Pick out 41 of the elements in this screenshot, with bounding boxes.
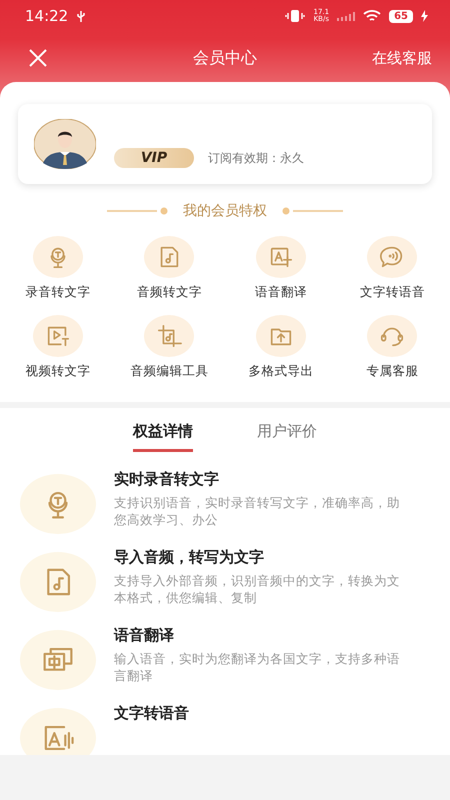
- feature-title: 导入音频，转写为文字: [114, 548, 265, 567]
- feature-description: 支持识别语音，实时录音转写文字，准确率高，助您高效学习、办公: [114, 494, 401, 528]
- feature-title: 实时录音转文字: [114, 470, 220, 489]
- privilege-label: 多格式导出: [248, 363, 314, 380]
- usb-icon: [76, 10, 86, 22]
- privilege-icon-background[interactable]: [256, 315, 306, 357]
- privilege-label: 音频编辑工具: [130, 363, 208, 380]
- vip-badge: VIP: [114, 148, 194, 168]
- privilege-icon-background[interactable]: [367, 236, 418, 278]
- privilege-icon-background[interactable]: [32, 315, 83, 357]
- privilege-icon-background[interactable]: [367, 315, 418, 357]
- divider-ornament: [281, 207, 343, 215]
- feature-description: 支持导入外部音频，识别音频中的文字，转换为文本格式，供您编辑、复制: [114, 572, 401, 606]
- signal-icon: [337, 11, 356, 21]
- privilege-icon-background[interactable]: [256, 236, 306, 278]
- section-title: 我的会员特权: [183, 202, 267, 220]
- privilege-label: 专属客服: [366, 363, 418, 380]
- privilege-label: 语音翻译: [254, 284, 307, 301]
- feature-title: 语音翻译: [114, 626, 175, 645]
- divider-ornament: [107, 207, 169, 215]
- feature-title: 文字转语音: [114, 704, 189, 723]
- tab[interactable]: 权益详情: [133, 422, 193, 452]
- privilege-icon-background[interactable]: [144, 315, 194, 357]
- status-time: 14:22: [25, 7, 68, 25]
- feature-description: 输入语音，实时为您翻译为各国文字，支持多种语言翻译: [114, 650, 401, 684]
- charging-icon: [421, 10, 428, 22]
- subscription-validity: 订阅有效期：永久: [208, 150, 304, 166]
- vibrate-icon: [285, 9, 306, 23]
- privilege-label: 录音转文字: [25, 284, 90, 301]
- privilege-label: 文字转语音: [360, 284, 425, 301]
- crop-icon: [156, 323, 182, 349]
- privilege-label: 音频转文字: [136, 284, 202, 301]
- tab[interactable]: 用户评价: [257, 422, 317, 452]
- close-icon[interactable]: [28, 48, 48, 68]
- wifi-icon: [363, 9, 382, 23]
- privilege-icon-background[interactable]: [32, 236, 83, 278]
- privilege-icon-background[interactable]: [144, 236, 194, 278]
- page-title: 会员中心: [193, 48, 257, 68]
- online-service-link[interactable]: 在线客服: [372, 48, 432, 68]
- privilege-label: 视频转文字: [25, 363, 90, 380]
- battery-level: 65: [389, 10, 413, 22]
